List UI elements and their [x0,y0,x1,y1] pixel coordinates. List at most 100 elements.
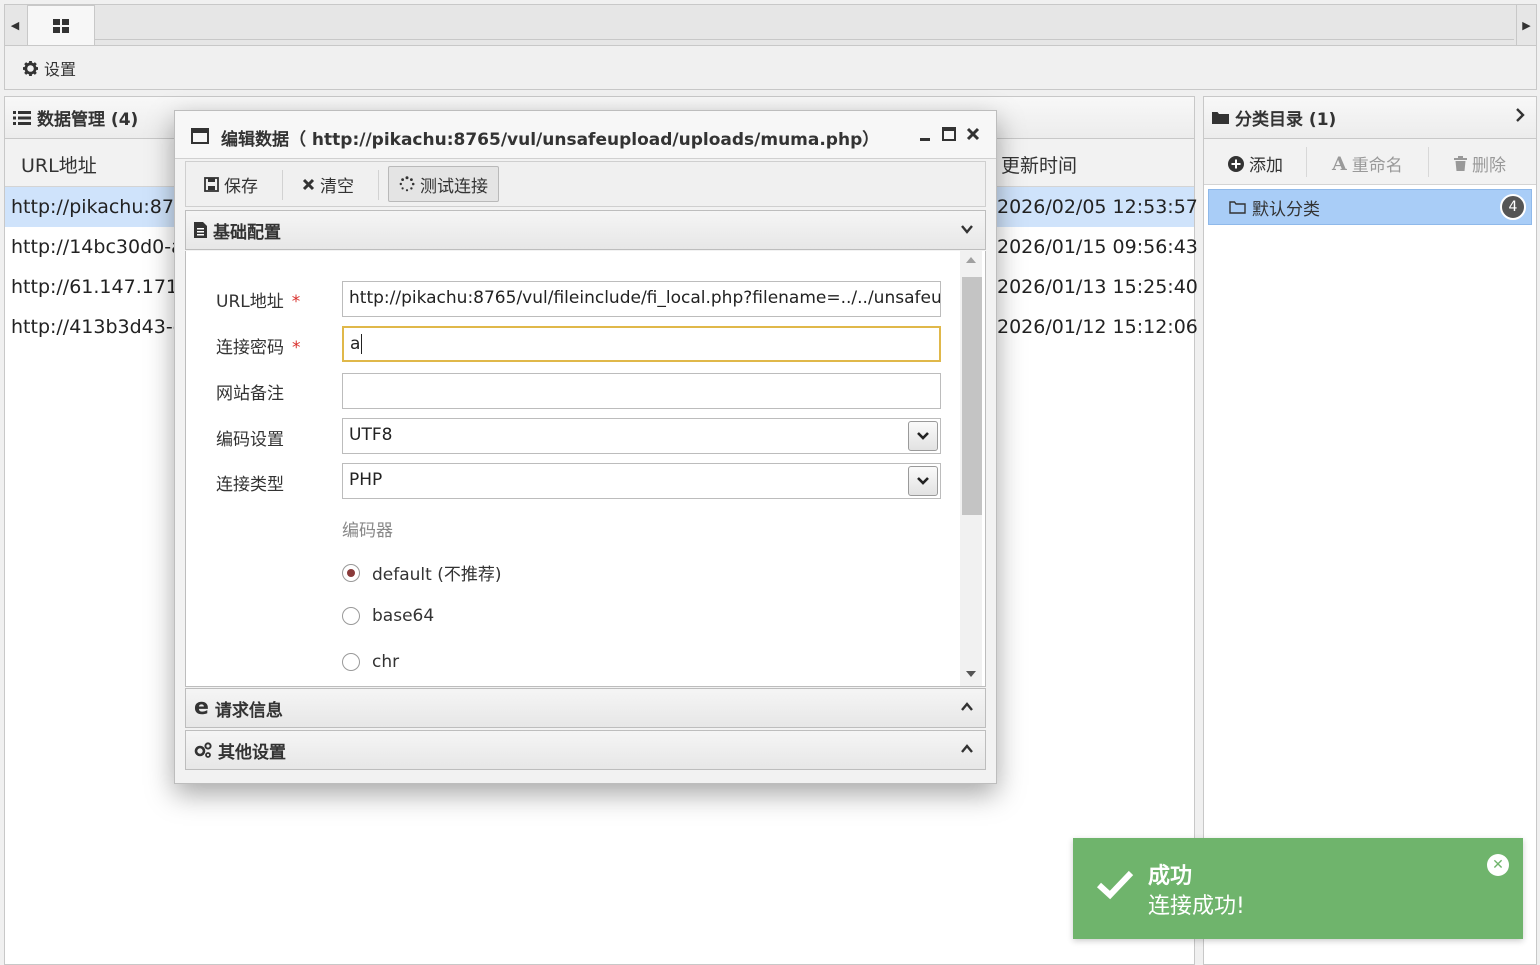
chevron-up-icon [961,702,973,711]
save-button[interactable]: 保存 [194,166,268,202]
checkmark-icon [1096,870,1134,900]
list-icon [13,110,31,125]
test-connection-button[interactable]: 测试连接 [388,166,499,202]
category-panel-header: 分类目录 (1) [1204,97,1536,139]
category-panel: 分类目录 (1) 添加 A 重命名 删除 默认分类 4 [1203,96,1537,965]
encoder-option-label: chr [372,652,400,672]
close-icon[interactable] [963,123,983,145]
document-icon [194,222,207,238]
toast-close-icon[interactable]: ✕ [1487,854,1509,876]
column-header-updated[interactable]: 更新时间 [1001,151,1077,178]
encoder-option-base64[interactable]: base64 [342,606,434,626]
encoding-select[interactable]: UTF8 [342,418,941,454]
password-input[interactable]: a [342,326,941,362]
plus-circle-icon [1228,155,1244,172]
section-request-label: 请求信息 [214,700,283,721]
tab-strip: ◀ ▶ [4,4,1537,46]
encoder-option-label: default (不推荐) [372,565,502,585]
encoder-option-default[interactable]: default (不推荐) [342,560,501,585]
row-url: http://pikachu:876 [11,196,187,218]
settings-label: 设置 [44,60,77,79]
section-other-settings[interactable]: 其他设置 [185,730,986,770]
tab-strip-line [95,39,1514,40]
request-icon: e [194,695,209,720]
tab-scroll-left-icon[interactable]: ◀ [5,5,25,45]
toast-title: 成功 [1148,864,1193,889]
row-url: http://61.147.171.1 [11,276,197,298]
row-updated: 2026/01/15 09:56:43 [997,236,1198,258]
gear-icon [23,60,38,76]
row-updated: 2026/02/05 12:53:57 [997,196,1198,218]
test-label: 测试连接 [420,176,488,197]
column-header-url[interactable]: URL地址 [21,151,97,178]
row-updated: 2026/01/13 15:25:40 [997,276,1198,298]
grid-icon [53,18,69,33]
spinner-icon [399,176,415,192]
category-item-default[interactable]: 默认分类 4 [1208,189,1532,225]
category-panel-title: 分类目录 (1) [1235,110,1337,130]
encoder-option-label: base64 [372,606,435,626]
settings-toolbar: 设置 [4,46,1537,90]
minimize-icon[interactable] [915,123,935,145]
scroll-up-icon[interactable] [966,257,976,263]
type-label: 连接类型 [216,475,284,495]
encoder-label: 编码器 [342,521,393,541]
gears-icon [194,742,212,758]
scrollbar-thumb[interactable] [962,277,982,515]
toolbar-divider [282,170,283,200]
floppy-icon [204,176,219,192]
scroll-down-icon[interactable] [966,671,976,677]
add-category-button[interactable]: 添加 [1228,151,1283,176]
row-url: http://14bc30d0-ab [11,236,195,258]
folder-icon [1212,111,1229,124]
font-icon: A [1332,152,1347,175]
maximize-icon[interactable] [939,123,959,145]
save-label: 保存 [224,176,258,197]
data-panel-title: 数据管理 (4) [37,110,139,130]
row-url: http://413b3d43-e [11,316,185,338]
radio-button[interactable] [342,563,360,582]
basic-config-form: URL地址 * http://pikachu:8765/vul/fileinclu… [185,251,986,687]
password-label: 连接密码 * [216,338,301,358]
radio-button[interactable] [342,653,360,671]
category-toolbar: 添加 A 重命名 删除 [1204,139,1536,185]
rename-label: 重命名 [1351,156,1403,176]
success-toast: 成功 连接成功! ✕ [1073,838,1523,939]
chevron-down-icon[interactable] [908,466,938,496]
url-input[interactable]: http://pikachu:8765/vul/fileinclude/fi_l… [342,281,941,317]
delete-label: 删除 [1472,156,1506,176]
tab-scroll-right-icon[interactable]: ▶ [1516,5,1536,45]
toolbar-divider [1306,147,1307,177]
section-basic-config[interactable]: 基础配置 [185,210,986,250]
toolbar-divider [1428,147,1429,177]
clear-button[interactable]: 清空 [292,166,364,202]
clear-label: 清空 [320,176,354,197]
x-icon [302,178,315,190]
category-item-label: 默认分类 [1252,199,1320,220]
settings-button[interactable]: 设置 [23,56,76,80]
note-label: 网站备注 [216,384,284,404]
radio-button[interactable] [342,607,360,625]
toolbar-divider [378,170,379,200]
type-select[interactable]: PHP [342,463,941,499]
tab-home[interactable] [27,5,95,45]
chevron-down-icon [961,225,973,234]
toast-message: 连接成功! [1148,894,1245,919]
chevron-down-icon[interactable] [908,421,938,451]
chevron-up-icon [961,744,973,753]
section-request-info[interactable]: e 请求信息 [185,688,986,728]
encoder-option-chr[interactable]: chr [342,652,399,672]
section-other-label: 其他设置 [218,742,286,763]
delete-category-button[interactable]: 删除 [1454,151,1506,176]
window-icon [191,128,209,144]
row-updated: 2026/01/12 15:12:06 [997,316,1198,338]
collapse-chevron-icon[interactable] [1514,107,1526,127]
count-badge: 4 [1500,194,1526,220]
rename-category-button[interactable]: A 重命名 [1332,151,1403,177]
dialog-toolbar: 保存 清空 测试连接 [185,161,986,207]
edit-data-dialog: 编辑数据（ http://pikachu:8765/vul/unsafeuplo… [174,110,997,784]
note-input[interactable] [342,373,941,409]
dialog-title: 编辑数据（ http://pikachu:8765/vul/unsafeuplo… [221,130,880,150]
folder-open-icon [1229,201,1246,214]
dialog-title-bar[interactable]: 编辑数据（ http://pikachu:8765/vul/unsafeuplo… [175,111,996,159]
